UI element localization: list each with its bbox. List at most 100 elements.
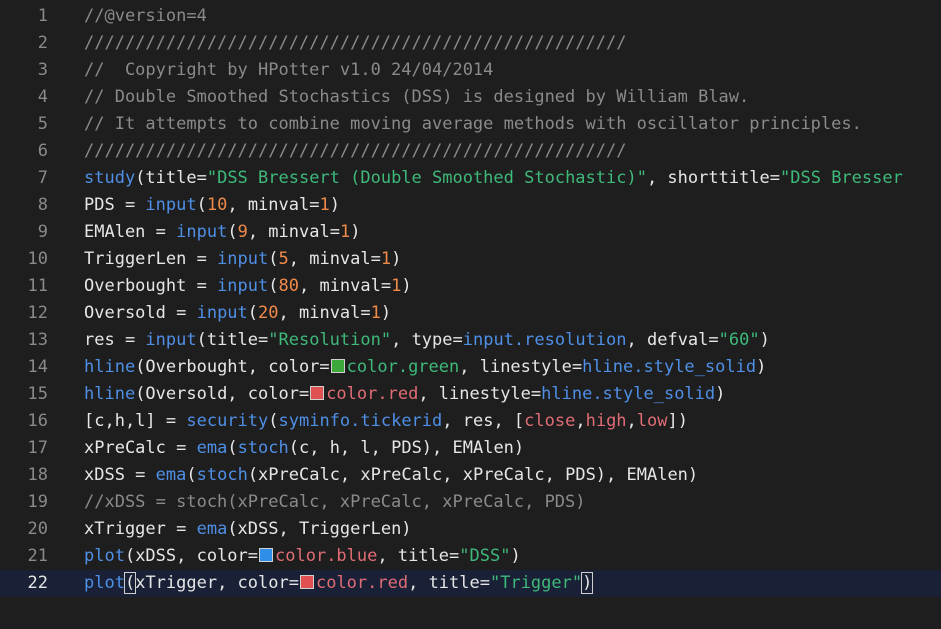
code-token: ) <box>401 276 412 296</box>
code-token: 1 <box>380 249 392 269</box>
line-number: 20 <box>27 519 48 539</box>
code-token: plot <box>84 546 125 566</box>
code-text[interactable]: //xDSS = stoch(xPreCalc, xPreCalc, xPreC… <box>84 489 586 516</box>
code-line[interactable]: 19 //xDSS = stoch(xPreCalc, xPreCalc, xPr… <box>0 489 941 516</box>
code-token: TriggerLen = <box>84 249 218 269</box>
code-text[interactable]: hline(Oversold, color= color.red, linesty… <box>84 381 725 408</box>
code-line[interactable]: 13 res = input(title="Resolution", type=i… <box>0 327 941 354</box>
code-line[interactable]: 15 hline(Oversold, color= color.red, lines… <box>0 381 941 408</box>
code-token: PDS = <box>84 195 146 215</box>
code-token: // Double Smoothed Stochastics (DSS) is … <box>84 87 750 107</box>
code-text[interactable]: TriggerLen = input(5, minval=1) <box>84 246 401 273</box>
line-number: 6 <box>37 141 48 161</box>
code-line[interactable]: 16 [c,h,l] = security(syminfo.tickerid, r… <box>0 408 941 435</box>
code-token: ( <box>186 465 197 485</box>
line-number: 7 <box>37 168 48 188</box>
code-token: input <box>145 195 197 215</box>
code-token: 1 <box>391 276 402 296</box>
code-token: hline <box>84 384 136 404</box>
code-text[interactable]: ////////////////////////////////////////… <box>84 30 626 57</box>
code-text[interactable]: ////////////////////////////////////////… <box>84 138 626 165</box>
line-number: 13 <box>27 330 48 350</box>
code-token: , type= <box>391 330 463 350</box>
code-line[interactable]: 14 hline(Overbought, color= color.green, l… <box>0 354 941 381</box>
line-number: 11 <box>27 276 48 296</box>
code-text[interactable]: // Double Smoothed Stochastics (DSS) is … <box>84 84 749 111</box>
code-text[interactable]: [c,h,l] = security(syminfo.tickerid, res… <box>84 408 688 435</box>
color-swatch-icon[interactable] <box>330 359 345 373</box>
line-number: 4 <box>37 87 48 107</box>
code-line[interactable]: 1 //@version=4 <box>0 3 941 30</box>
code-token: 80 <box>278 276 299 296</box>
code-line[interactable]: 5 // It attempts to combine moving averag… <box>0 111 941 138</box>
code-text[interactable]: Overbought = input(80, minval=1) <box>84 273 412 300</box>
code-line[interactable]: 6 ///////////////////////////////////////… <box>0 138 941 165</box>
code-token: ( <box>227 438 238 458</box>
code-text[interactable]: Oversold = input(20, minval=1) <box>84 300 391 327</box>
code-token: 1 <box>339 222 351 242</box>
code-text[interactable]: res = input(title="Resolution", type=inp… <box>84 327 770 354</box>
code-token: ( <box>247 303 259 323</box>
line-number: 1 <box>37 6 48 26</box>
code-text[interactable]: plot(xTrigger, color= color.red, title="T… <box>84 570 594 597</box>
code-text[interactable]: xTrigger = ema(xDSS, TriggerLen) <box>84 516 412 543</box>
code-token: , <box>626 411 637 431</box>
code-text[interactable]: // Copyright by HPotter v1.0 24/04/2014 <box>84 57 493 84</box>
code-token: ) <box>350 222 361 242</box>
code-text[interactable]: //@version=4 <box>84 3 207 30</box>
code-line[interactable]: 20 xTrigger = ema(xDSS, TriggerLen) <box>0 516 941 543</box>
code-token: ( <box>123 572 137 594</box>
code-line[interactable]: 8 PDS = input(10, minval=1) <box>0 192 941 219</box>
code-line[interactable]: 17 xPreCalc = ema(stoch(c, h, l, PDS), EM… <box>0 435 941 462</box>
code-token: input <box>145 330 197 350</box>
code-token: xPreCalc = <box>84 438 197 458</box>
code-token: ( <box>268 249 279 269</box>
code-token: 5 <box>278 249 289 269</box>
color-swatch-icon[interactable] <box>310 386 325 400</box>
code-token: (xPreCalc, xPreCalc, xPreCalc, PDS), EMA… <box>247 465 699 485</box>
code-token: , minval= <box>288 249 381 269</box>
code-line[interactable]: 7 study(title="DSS Bressert (Double Smoot… <box>0 165 941 192</box>
line-number: 10 <box>27 249 48 269</box>
color-swatch-icon[interactable] <box>259 548 274 562</box>
code-text[interactable]: EMAlen = input(9, minval=1) <box>84 219 360 246</box>
line-number: 19 <box>27 492 48 512</box>
code-token: , minval= <box>298 276 392 296</box>
code-text[interactable]: hline(Overbought, color= color.green, lin… <box>84 354 766 381</box>
code-token: input <box>217 276 269 296</box>
code-token: input <box>176 222 228 242</box>
code-token: ) <box>510 546 521 566</box>
code-token: , shorttitle= <box>646 168 781 188</box>
code-line[interactable]: 18 xDSS = ema(stoch(xPreCalc, xPreCalc, x… <box>0 462 941 489</box>
code-token: Oversold = <box>84 303 197 323</box>
code-line[interactable]: 2 ///////////////////////////////////////… <box>0 30 941 57</box>
code-token: 9 <box>237 222 248 242</box>
code-token: , linestyle= <box>459 357 583 377</box>
code-token: stoch <box>237 438 289 458</box>
code-line[interactable]: 9 EMAlen = input(9, minval=1) <box>0 219 941 246</box>
code-token: , <box>575 411 586 431</box>
code-line[interactable]: 10 TriggerLen = input(5, minval=1) <box>0 246 941 273</box>
code-text[interactable]: // It attempts to combine moving average… <box>84 111 862 138</box>
code-editor[interactable]: 1 //@version=4 2 //////////////////////////… <box>0 0 941 629</box>
code-token: , title= <box>377 546 460 566</box>
code-line[interactable]: 12 Oversold = input(20, minval=1) <box>0 300 941 327</box>
code-line[interactable]: 21 plot(xDSS, color= color.blue, title="DS… <box>0 543 941 570</box>
code-text[interactable]: xPreCalc = ema(stoch(c, h, l, PDS), EMAl… <box>84 435 524 462</box>
line-number: 12 <box>27 303 48 323</box>
code-text[interactable]: xDSS = ema(stoch(xPreCalc, xPreCalc, xPr… <box>84 462 698 489</box>
code-token: color.green <box>346 357 460 377</box>
line-number: 3 <box>37 60 48 80</box>
code-token: xDSS = <box>84 465 156 485</box>
code-line[interactable]: 22 plot(xTrigger, color= color.red, title=… <box>0 570 941 597</box>
code-text[interactable]: plot(xDSS, color= color.blue, title="DSS"… <box>84 543 521 570</box>
code-line[interactable]: 4 // Double Smoothed Stochastics (DSS) is… <box>0 84 941 111</box>
code-token: (Overbought, color= <box>135 357 330 377</box>
code-token: "DSS Bressert (Double Smoothed Stochasti… <box>206 168 647 188</box>
code-token: ) <box>329 195 340 215</box>
code-line[interactable]: 11 Overbought = input(80, minval=1) <box>0 273 941 300</box>
code-text[interactable]: PDS = input(10, minval=1) <box>84 192 340 219</box>
code-line[interactable]: 3 // Copyright by HPotter v1.0 24/04/2014 <box>0 57 941 84</box>
code-text[interactable]: study(title="DSS Bressert (Double Smooth… <box>84 165 903 192</box>
color-swatch-icon[interactable] <box>299 575 314 589</box>
